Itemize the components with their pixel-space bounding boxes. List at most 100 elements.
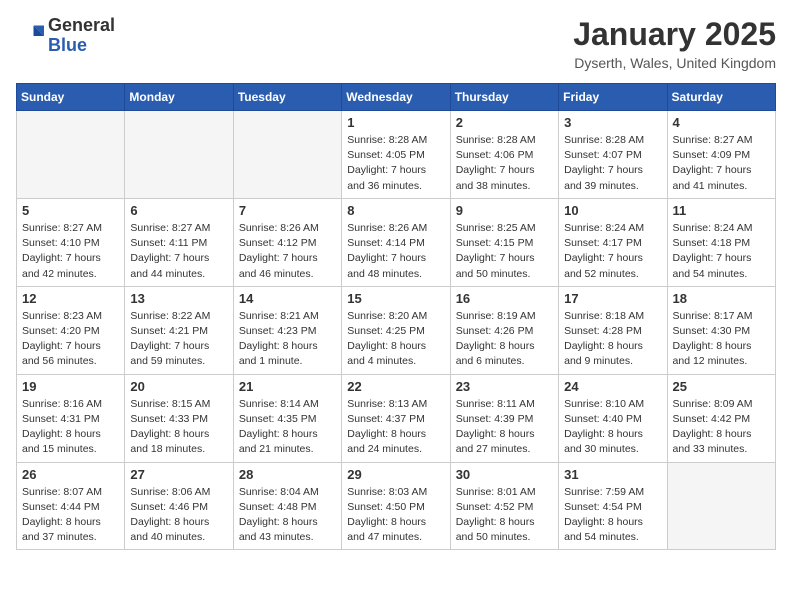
calendar-cell: 25 Sunrise: 8:09 AM Sunset: 4:42 PM Dayli… (667, 374, 775, 462)
day-info: Sunrise: 8:14 AM Sunset: 4:35 PM Dayligh… (239, 397, 336, 458)
location: Dyserth, Wales, United Kingdom (573, 55, 776, 71)
day-info: Sunrise: 8:24 AM Sunset: 4:18 PM Dayligh… (673, 221, 770, 282)
day-info: Sunrise: 8:26 AM Sunset: 4:12 PM Dayligh… (239, 221, 336, 282)
calendar-week-row: 5Sunrise: 8:27 AM Sunset: 4:10 PM Daylig… (17, 198, 776, 286)
calendar-cell: 23 Sunrise: 8:11 AM Sunset: 4:39 PM Dayli… (450, 374, 558, 462)
calendar-cell: 12 Sunrise: 8:23 AM Sunset: 4:20 PM Dayli… (17, 286, 125, 374)
day-info: Sunrise: 8:27 AM Sunset: 4:10 PM Dayligh… (22, 221, 119, 282)
calendar-cell: 30 Sunrise: 8:01 AM Sunset: 4:52 PM Dayli… (450, 462, 558, 550)
day-number: 17 (564, 291, 661, 306)
day-number: 24 (564, 379, 661, 394)
calendar-cell: 3Sunrise: 8:28 AM Sunset: 4:07 PM Daylig… (559, 111, 667, 199)
day-info: Sunrise: 8:03 AM Sunset: 4:50 PM Dayligh… (347, 485, 444, 546)
calendar-day-header: Thursday (450, 84, 558, 111)
day-info: Sunrise: 8:19 AM Sunset: 4:26 PM Dayligh… (456, 309, 553, 370)
day-number: 6 (130, 203, 227, 218)
day-number: 23 (456, 379, 553, 394)
day-number: 18 (673, 291, 770, 306)
logo-text: General Blue (48, 16, 115, 56)
day-info: Sunrise: 8:27 AM Sunset: 4:09 PM Dayligh… (673, 133, 770, 194)
day-info: Sunrise: 8:18 AM Sunset: 4:28 PM Dayligh… (564, 309, 661, 370)
day-info: Sunrise: 8:11 AM Sunset: 4:39 PM Dayligh… (456, 397, 553, 458)
day-info: Sunrise: 8:20 AM Sunset: 4:25 PM Dayligh… (347, 309, 444, 370)
logo-icon (16, 22, 44, 50)
day-info: Sunrise: 8:13 AM Sunset: 4:37 PM Dayligh… (347, 397, 444, 458)
day-number: 3 (564, 115, 661, 130)
calendar-cell: 17 Sunrise: 8:18 AM Sunset: 4:28 PM Dayli… (559, 286, 667, 374)
calendar-cell: 5Sunrise: 8:27 AM Sunset: 4:10 PM Daylig… (17, 198, 125, 286)
day-number: 15 (347, 291, 444, 306)
day-info: Sunrise: 8:09 AM Sunset: 4:42 PM Dayligh… (673, 397, 770, 458)
day-number: 29 (347, 467, 444, 482)
day-info: Sunrise: 8:25 AM Sunset: 4:15 PM Dayligh… (456, 221, 553, 282)
calendar-week-row: 19 Sunrise: 8:16 AM Sunset: 4:31 PM Dayli… (17, 374, 776, 462)
day-info: Sunrise: 8:23 AM Sunset: 4:20 PM Dayligh… (22, 309, 119, 370)
day-number: 4 (673, 115, 770, 130)
day-number: 13 (130, 291, 227, 306)
logo: General Blue (16, 16, 115, 56)
day-info: Sunrise: 8:21 AM Sunset: 4:23 PM Dayligh… (239, 309, 336, 370)
day-number: 10 (564, 203, 661, 218)
day-number: 14 (239, 291, 336, 306)
title-block: January 2025 Dyserth, Wales, United King… (573, 16, 776, 71)
calendar-cell: 15 Sunrise: 8:20 AM Sunset: 4:25 PM Dayli… (342, 286, 450, 374)
day-info: Sunrise: 8:28 AM Sunset: 4:06 PM Dayligh… (456, 133, 553, 194)
calendar-cell: 28 Sunrise: 8:04 AM Sunset: 4:48 PM Dayli… (233, 462, 341, 550)
calendar-cell: 13 Sunrise: 8:22 AM Sunset: 4:21 PM Dayli… (125, 286, 233, 374)
calendar-cell: 11Sunrise: 8:24 AM Sunset: 4:18 PM Dayli… (667, 198, 775, 286)
calendar-cell: 4 Sunrise: 8:27 AM Sunset: 4:09 PM Daylig… (667, 111, 775, 199)
calendar-day-header: Sunday (17, 84, 125, 111)
calendar-cell: 1 Sunrise: 8:28 AM Sunset: 4:05 PM Daylig… (342, 111, 450, 199)
month-year: January 2025 (573, 16, 776, 53)
calendar-cell: 7 Sunrise: 8:26 AM Sunset: 4:12 PM Daylig… (233, 198, 341, 286)
day-info: Sunrise: 8:16 AM Sunset: 4:31 PM Dayligh… (22, 397, 119, 458)
calendar-cell: 18 Sunrise: 8:17 AM Sunset: 4:30 PM Dayli… (667, 286, 775, 374)
calendar-cell: 6 Sunrise: 8:27 AM Sunset: 4:11 PM Daylig… (125, 198, 233, 286)
day-info: Sunrise: 8:17 AM Sunset: 4:30 PM Dayligh… (673, 309, 770, 370)
calendar-cell: 8Sunrise: 8:26 AM Sunset: 4:14 PM Daylig… (342, 198, 450, 286)
calendar-week-row: 1 Sunrise: 8:28 AM Sunset: 4:05 PM Daylig… (17, 111, 776, 199)
day-number: 9 (456, 203, 553, 218)
calendar-cell: 9 Sunrise: 8:25 AM Sunset: 4:15 PM Daylig… (450, 198, 558, 286)
calendar-cell: 27Sunrise: 8:06 AM Sunset: 4:46 PM Dayli… (125, 462, 233, 550)
calendar-day-header: Saturday (667, 84, 775, 111)
day-number: 20 (130, 379, 227, 394)
calendar-cell: 31Sunrise: 7:59 AM Sunset: 4:54 PM Dayli… (559, 462, 667, 550)
calendar-cell: 10Sunrise: 8:24 AM Sunset: 4:17 PM Dayli… (559, 198, 667, 286)
day-info: Sunrise: 8:07 AM Sunset: 4:44 PM Dayligh… (22, 485, 119, 546)
calendar-cell (667, 462, 775, 550)
day-info: Sunrise: 8:27 AM Sunset: 4:11 PM Dayligh… (130, 221, 227, 282)
calendar-day-header: Friday (559, 84, 667, 111)
day-number: 30 (456, 467, 553, 482)
day-number: 28 (239, 467, 336, 482)
day-number: 12 (22, 291, 119, 306)
day-number: 2 (456, 115, 553, 130)
day-number: 21 (239, 379, 336, 394)
calendar-cell (233, 111, 341, 199)
calendar-week-row: 26 Sunrise: 8:07 AM Sunset: 4:44 PM Dayli… (17, 462, 776, 550)
day-number: 25 (673, 379, 770, 394)
page-header: General Blue January 2025 Dyserth, Wales… (16, 16, 776, 71)
day-number: 26 (22, 467, 119, 482)
day-number: 31 (564, 467, 661, 482)
calendar-cell (125, 111, 233, 199)
day-number: 7 (239, 203, 336, 218)
calendar-week-row: 12 Sunrise: 8:23 AM Sunset: 4:20 PM Dayli… (17, 286, 776, 374)
day-info: Sunrise: 8:15 AM Sunset: 4:33 PM Dayligh… (130, 397, 227, 458)
day-info: Sunrise: 8:06 AM Sunset: 4:46 PM Dayligh… (130, 485, 227, 546)
day-number: 19 (22, 379, 119, 394)
calendar-cell: 14 Sunrise: 8:21 AM Sunset: 4:23 PM Dayli… (233, 286, 341, 374)
calendar-day-header: Wednesday (342, 84, 450, 111)
day-info: Sunrise: 8:01 AM Sunset: 4:52 PM Dayligh… (456, 485, 553, 546)
calendar-day-header: Tuesday (233, 84, 341, 111)
calendar-cell: 16Sunrise: 8:19 AM Sunset: 4:26 PM Dayli… (450, 286, 558, 374)
calendar-cell: 22Sunrise: 8:13 AM Sunset: 4:37 PM Dayli… (342, 374, 450, 462)
day-info: Sunrise: 8:22 AM Sunset: 4:21 PM Dayligh… (130, 309, 227, 370)
day-info: Sunrise: 8:28 AM Sunset: 4:05 PM Dayligh… (347, 133, 444, 194)
calendar-cell: 2 Sunrise: 8:28 AM Sunset: 4:06 PM Daylig… (450, 111, 558, 199)
day-number: 8 (347, 203, 444, 218)
day-number: 1 (347, 115, 444, 130)
day-info: Sunrise: 8:04 AM Sunset: 4:48 PM Dayligh… (239, 485, 336, 546)
calendar-day-header: Monday (125, 84, 233, 111)
calendar-cell: 24Sunrise: 8:10 AM Sunset: 4:40 PM Dayli… (559, 374, 667, 462)
